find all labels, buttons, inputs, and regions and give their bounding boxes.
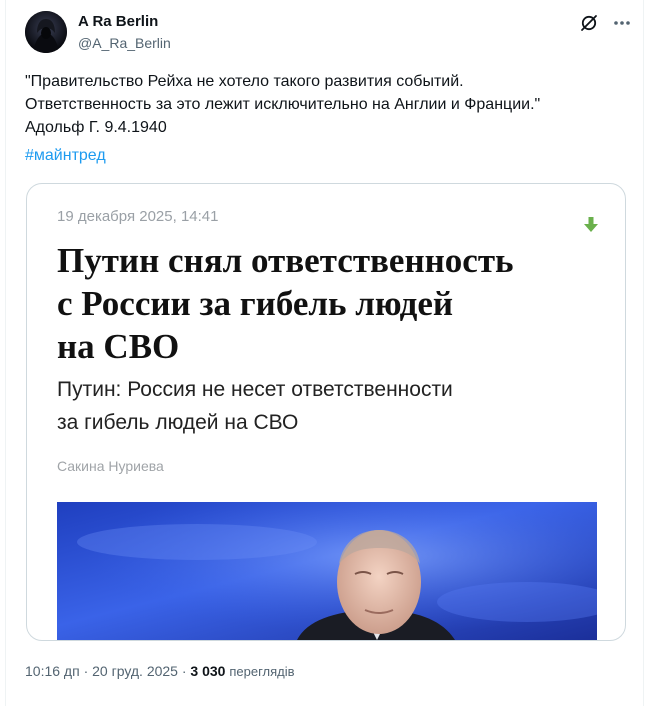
article-author: Сакина Нуриева: [57, 458, 164, 474]
article-subtitle-line: за гибель людей на СВО: [57, 411, 299, 434]
tweet-text-line: "Правительство Рейха не хотело такого ра…: [25, 73, 464, 90]
article-date: 19 декабря 2025, 14:41: [57, 208, 219, 225]
hashtag-link[interactable]: #майнтред: [25, 147, 106, 165]
avatar-image: [25, 11, 67, 53]
article-subtitle: Путин: Россия не несет ответственности з…: [57, 373, 597, 439]
meta-separator: ·: [177, 663, 191, 679]
tweet-date[interactable]: 20 груд. 2025: [92, 663, 178, 679]
article-subtitle-line: Путин: Россия не несет ответственности: [57, 378, 453, 401]
article-card[interactable]: 19 декабря 2025, 14:41 Путин снял ответс…: [26, 183, 626, 641]
user-handle[interactable]: @A_Ra_Berlin: [78, 35, 171, 51]
column-border-right: [643, 0, 644, 706]
download-arrow-icon: [583, 216, 599, 234]
meta-separator: ·: [79, 663, 93, 679]
display-name[interactable]: A Ra Berlin: [78, 13, 158, 30]
tweet-text-line: Адольф Г. 9.4.1940: [25, 119, 167, 136]
tweet-text-line: Ответственность за это лежит исключитель…: [25, 96, 541, 113]
tweet-text: "Правительство Рейха не хотело такого ра…: [25, 70, 625, 139]
views-label: переглядів: [229, 664, 295, 679]
tweet-time[interactable]: 10:16 дп: [25, 663, 80, 679]
article-title: Путин снял ответственность с России за г…: [57, 239, 597, 368]
article-photo: [57, 502, 597, 640]
column-border-left: [5, 0, 6, 706]
article-title-line: Путин снял ответственность: [57, 241, 514, 280]
grok-icon[interactable]: [580, 14, 598, 32]
views-count: 3 030: [190, 663, 226, 679]
more-icon[interactable]: [612, 14, 632, 32]
avatar[interactable]: [25, 11, 67, 53]
tweet-meta: 10:16 дп · 20 груд. 2025 · 3 030 перегля…: [25, 663, 295, 679]
article-title-line: на СВО: [57, 327, 180, 366]
article-title-line: с России за гибель людей: [57, 284, 454, 323]
